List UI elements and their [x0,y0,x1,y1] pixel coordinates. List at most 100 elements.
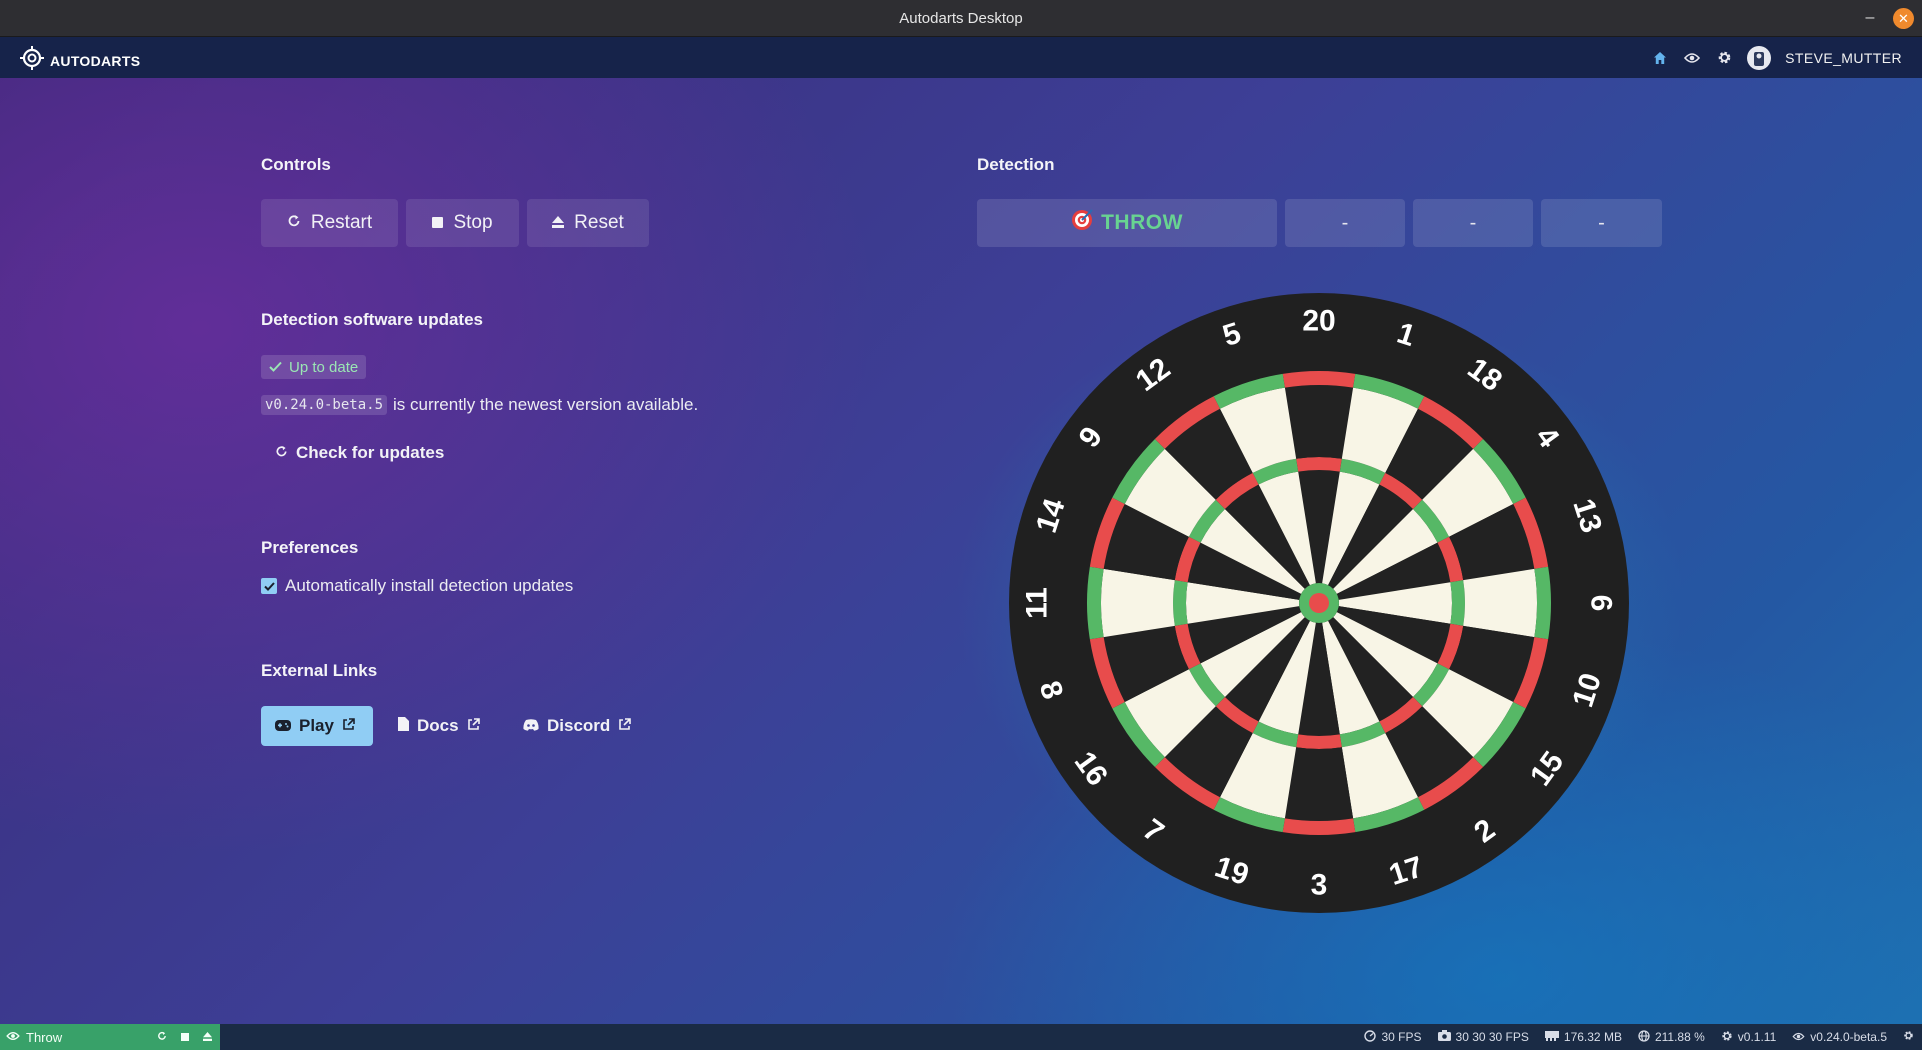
links-title: External Links [261,661,378,680]
external-link-icon [342,716,355,736]
external-link-icon [467,716,480,736]
target-icon [1071,209,1093,237]
eye-icon [6,1030,20,1044]
controls-title: Controls [261,155,331,174]
refresh-icon [275,443,288,463]
cpu-value: 211.88 % [1654,1030,1705,1044]
gear-icon[interactable] [1715,49,1733,67]
auto-install-option[interactable]: Automatically install detection updates [261,576,573,596]
minimize-button[interactable]: – [1860,8,1880,28]
stop-button[interactable]: Stop [406,199,519,247]
check-updates-button[interactable]: Check for updates [275,443,444,463]
board-number: 11 [1021,587,1054,619]
detection-status: THROW [1101,211,1183,234]
discord-label: Discord [547,716,611,735]
restart-button[interactable]: Restart [261,199,398,247]
speedometer-icon [1364,1029,1377,1045]
docs-link[interactable]: Docs [384,706,494,746]
document-icon [398,716,409,736]
discord-icon [523,716,539,736]
avatar[interactable] [1747,45,1772,70]
eye-icon [1792,1030,1805,1044]
status-metrics: 30 FPS 30 30 30 FPS 176.32 MB 211.88 % v… [1364,1024,1914,1050]
app-version-stat: v0.1.11 [1721,1030,1776,1045]
segment-triple [1296,457,1342,472]
globe-icon [1638,1029,1650,1045]
memory-icon [1544,1030,1559,1044]
docs-label: Docs [417,716,459,735]
version-text: is currently the newest version availabl… [393,395,699,414]
play-label: Play [299,716,334,735]
camera-fps-stat: 30 30 30 FPS [1437,1030,1529,1044]
detection-status-box: THROW [977,199,1277,247]
preferences-title: Preferences [261,538,359,557]
window-title: Autodarts Desktop [899,9,1023,27]
reset-label: Reset [574,212,624,233]
status-actions [157,1024,212,1050]
board-number: 6 [1585,595,1618,612]
segment-triple [1173,580,1188,626]
reset-button[interactable]: Reset [527,199,649,247]
detection-version-value: v0.24.0-beta.5 [1810,1030,1887,1044]
dartboard-container: 20 1 18 4 13 6 10 15 2 17 3 19 7 16 8 11 14 9 12 5 [959,243,1679,963]
eject-icon[interactable] [203,1030,212,1044]
app-header: AUTODARTS STEVE_MUTTER [0,37,1922,78]
bullseye [1309,593,1329,613]
cpu-stat: 211.88 % [1638,1029,1705,1045]
eject-icon [552,212,565,234]
dart-slot-2: - [1413,199,1533,247]
fps-value: 30 FPS [1381,1030,1422,1044]
memory-value: 176.32 MB [1563,1030,1622,1044]
memory-stat: 176.32 MB [1544,1030,1622,1044]
segment-triple [1296,734,1342,749]
dartboard[interactable]: 20 11841361015217319716811149125 [1009,293,1629,913]
eye-icon[interactable] [1683,49,1701,67]
detection-version-stat: v0.24.0-beta.5 [1792,1030,1887,1044]
fps-stat: 30 FPS [1364,1029,1422,1045]
auto-install-checkbox[interactable] [261,578,277,594]
brand-logo[interactable]: AUTODARTS [20,46,140,75]
detection-title: Detection [977,155,1055,174]
camera-icon [1437,1030,1451,1044]
updates-title: Detection software updates [261,310,483,329]
version-line: v0.24.0-beta.5 is currently the newest v… [261,395,698,415]
status-badge: Up to date [261,355,367,379]
home-icon[interactable] [1651,49,1669,67]
segment-triple [1450,580,1465,626]
stop-icon [432,212,444,234]
segment-outer-single [1463,568,1537,638]
external-link-icon [618,716,632,736]
window-titlebar: Autodarts Desktop – ✕ [0,0,1922,37]
gamepad-icon [275,716,291,736]
segment-outer-single [1101,568,1175,638]
username[interactable]: STEVE_MUTTER [1785,50,1902,66]
check-updates-label: Check for updates [296,443,445,462]
status-bar: Throw 30 FPS 30 30 30 FPS 176.32 MB 211.… [0,1024,1922,1050]
restart-label: Restart [310,212,373,233]
check-icon [269,359,282,376]
app-version-value: v0.1.11 [1737,1030,1777,1044]
stop-label: Stop [453,212,493,233]
restart-icon[interactable] [157,1030,167,1044]
play-link[interactable]: Play [261,706,373,746]
brand-name: AUTODARTS [50,52,141,69]
board-number: 3 [1311,869,1328,902]
gear-icon[interactable] [1903,1030,1914,1044]
segment-outer-single [1284,385,1354,459]
dart-slot-1: - [1285,199,1405,247]
target-logo-icon [20,46,44,75]
auto-install-label: Automatically install detection updates [285,576,574,595]
status-mode: Throw [0,1024,220,1050]
discord-link[interactable]: Discord [509,706,645,746]
restart-icon [287,212,301,234]
header-nav: STEVE_MUTTER [1651,37,1902,78]
version-code: v0.24.0-beta.5 [261,395,388,415]
camera-fps-value: 30 30 30 FPS [1455,1030,1529,1044]
settings-icon [1721,1030,1733,1045]
dart-slot-3: - [1541,199,1662,247]
segment-outer-single [1284,747,1354,821]
status-badge-label: Up to date [289,358,359,376]
stop-icon[interactable] [181,1030,189,1044]
status-mode-label: Throw [26,1029,63,1045]
close-button[interactable]: ✕ [1893,8,1914,29]
